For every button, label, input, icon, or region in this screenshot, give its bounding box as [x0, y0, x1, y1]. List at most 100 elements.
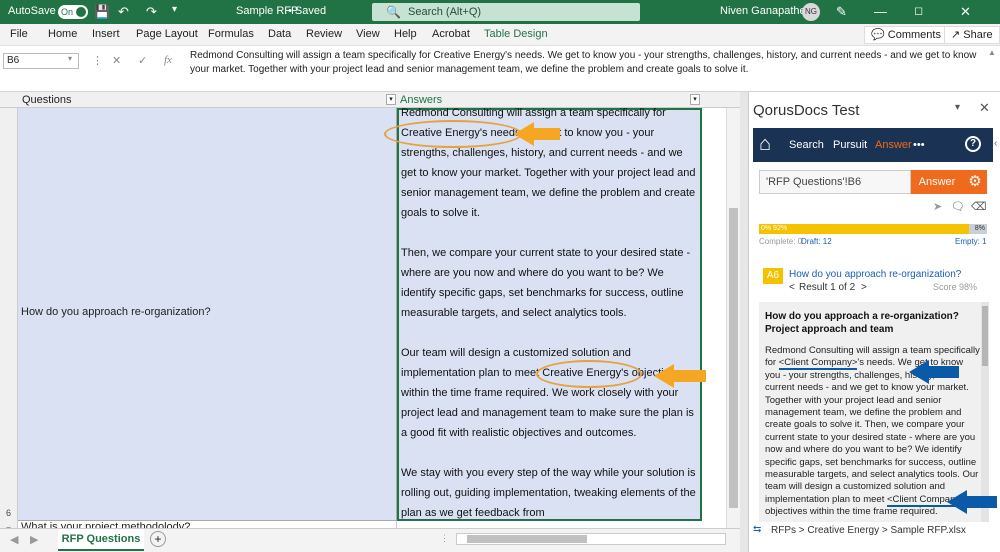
nav-more[interactable]: ••• — [913, 139, 925, 151]
answer-paragraph: We stay with you every step of the way w… — [401, 467, 696, 519]
ribbon-tabs: File Home Insert Page Layout Formulas Da… — [0, 24, 1000, 46]
pane-splitter[interactable] — [740, 92, 748, 552]
nav-search[interactable]: Search — [789, 139, 824, 151]
link-icon: ⇆ — [753, 524, 762, 535]
undo-icon[interactable]: ↶ — [118, 4, 129, 20]
function-icon[interactable]: fx — [164, 54, 172, 66]
close-icon[interactable]: ✕ — [979, 100, 990, 116]
pen-icon[interactable]: ✎ — [836, 4, 847, 20]
tab-insert[interactable]: Insert — [92, 28, 120, 40]
tab-table-design[interactable]: Table Design — [484, 28, 548, 40]
more-icon[interactable]: ⋮ — [440, 533, 449, 544]
home-icon[interactable]: ⌂ — [759, 133, 771, 156]
cancel-icon[interactable]: ✕ — [112, 54, 121, 67]
maximize-icon[interactable]: ◻ — [914, 4, 923, 17]
scroll-thumb[interactable] — [729, 208, 738, 508]
cell-reference-field[interactable]: 'RFP Questions'!B6 — [759, 170, 911, 194]
cell-b6[interactable]: Redmond Consulting will assign a team sp… — [397, 107, 702, 521]
result-card[interactable]: How do you approach a re-organization? P… — [759, 302, 987, 522]
scroll-thumb[interactable] — [982, 306, 988, 366]
pane-title: QorusDocs Test — [753, 102, 860, 119]
row-number[interactable]: 6 — [6, 508, 11, 518]
highlight-oval — [384, 120, 522, 148]
sheet-tab-bar: ◀ ▶ RFP Questions + ⋮ — [0, 528, 748, 552]
annotation-arrow — [947, 490, 997, 514]
autosave-label: AutoSave — [8, 5, 56, 17]
tab-formulas[interactable]: Formulas — [208, 28, 254, 40]
filter-dropdown-icon[interactable]: ▾ — [386, 94, 396, 105]
add-sheet-icon[interactable]: + — [150, 531, 166, 547]
breadcrumb[interactable]: RFPs > Creative Energy > Sample RFP.xlsx — [771, 525, 966, 536]
gear-icon[interactable]: ⚙ — [963, 170, 987, 194]
nav-pursuit[interactable]: Pursuit — [833, 139, 867, 151]
tab-page-layout[interactable]: Page Layout — [136, 28, 198, 40]
tab-data[interactable]: Data — [268, 28, 291, 40]
tab-home[interactable]: Home — [48, 28, 77, 40]
chevron-left-icon[interactable]: < — [789, 282, 795, 293]
header-questions[interactable]: Questions — [22, 94, 72, 106]
redo-icon[interactable]: ↷ — [146, 4, 157, 20]
tab-review[interactable]: Review — [306, 28, 342, 40]
pane-options-icon[interactable]: ▾ — [955, 102, 960, 113]
row-headers: 6 7 — [0, 108, 18, 536]
search-placeholder: Search (Alt+Q) — [408, 6, 482, 18]
eraser-icon[interactable]: ⌫ — [971, 200, 987, 213]
progress-empty[interactable]: Empty: 1 — [955, 237, 987, 246]
expand-formula-icon[interactable]: ▲ — [988, 48, 996, 57]
comment-icon[interactable]: 🗨 — [951, 200, 965, 213]
comment-icon: 💬 — [871, 29, 885, 41]
question-id-badge: A6 — [763, 268, 783, 284]
pane-navigation: ⌂ Search Pursuit Answer ••• ? — [753, 128, 993, 162]
search-box[interactable]: 🔍 Search (Alt+Q) — [372, 3, 640, 21]
avatar[interactable]: NG — [802, 3, 820, 21]
progress-complete: Complete: 0 — [759, 237, 803, 246]
tab-help[interactable]: Help — [394, 28, 417, 40]
comments-button[interactable]: 💬 Comments — [864, 26, 948, 44]
enter-icon[interactable]: ✓ — [138, 54, 147, 67]
close-icon[interactable]: ✕ — [960, 4, 971, 20]
annotation-arrow — [514, 122, 560, 146]
chevron-left-icon[interactable]: ‹ — [994, 138, 997, 149]
question-text: How do you approach re-organization? — [21, 306, 211, 318]
progress-fill — [759, 224, 969, 234]
vertical-scrollbar[interactable] — [726, 108, 740, 528]
sheet-tab-rfp-questions[interactable]: RFP Questions — [58, 529, 144, 551]
progress-bar: 0% 92% 8% — [759, 224, 987, 234]
tab-scroll-right-icon[interactable]: ▶ — [30, 533, 38, 546]
annotation-arrow — [909, 360, 959, 384]
help-icon[interactable]: ? — [965, 136, 981, 152]
send-icon[interactable]: ➤ — [933, 200, 942, 213]
chevron-right-icon[interactable]: > — [861, 282, 867, 293]
chevron-down-icon[interactable]: ▾ — [68, 54, 72, 63]
score-label: Score 98% — [933, 282, 978, 292]
pane-scrollbar[interactable] — [981, 302, 989, 522]
comments-label: Comments — [887, 29, 941, 41]
progress-draft[interactable]: Draft: 12 — [801, 237, 832, 246]
progress-left-label: 0% 92% — [761, 225, 788, 232]
annotation-arrow — [654, 364, 706, 388]
search-icon: 🔍 — [386, 5, 401, 19]
tab-file[interactable]: File — [10, 28, 28, 40]
client-placeholder: <Client Company> — [778, 357, 858, 371]
tab-view[interactable]: View — [356, 28, 380, 40]
autosave-toggle[interactable]: On — [58, 5, 88, 19]
share-icon: ↗ — [951, 29, 961, 41]
saved-status[interactable]: • Saved — [288, 5, 326, 17]
tab-scroll-left-icon[interactable]: ◀ — [10, 533, 18, 546]
horizontal-scrollbar[interactable] — [456, 533, 726, 545]
save-icon[interactable]: 💾 — [94, 4, 110, 20]
question-link[interactable]: How do you approach re-organization? — [789, 269, 961, 280]
tab-acrobat[interactable]: Acrobat — [432, 28, 470, 40]
cell-a6[interactable]: How do you approach re-organization? — [18, 108, 397, 521]
result-heading: How do you approach a re-organization? P… — [765, 311, 959, 335]
share-button[interactable]: ↗ Share — [944, 26, 1000, 44]
answer-button[interactable]: Answer — [911, 170, 963, 194]
nav-answer[interactable]: Answer — [875, 139, 912, 151]
minimize-icon[interactable]: — — [874, 4, 887, 19]
answer-paragraph: Our team will design a customized soluti… — [401, 347, 694, 439]
scroll-thumb[interactable] — [467, 535, 587, 543]
progress-right-label: 8% — [974, 225, 985, 232]
formula-content[interactable]: Redmond Consulting will assign a team sp… — [190, 49, 985, 77]
answer-paragraph: Then, we compare your current state to y… — [401, 247, 691, 319]
customize-qat-icon[interactable]: ▾ — [172, 4, 177, 15]
